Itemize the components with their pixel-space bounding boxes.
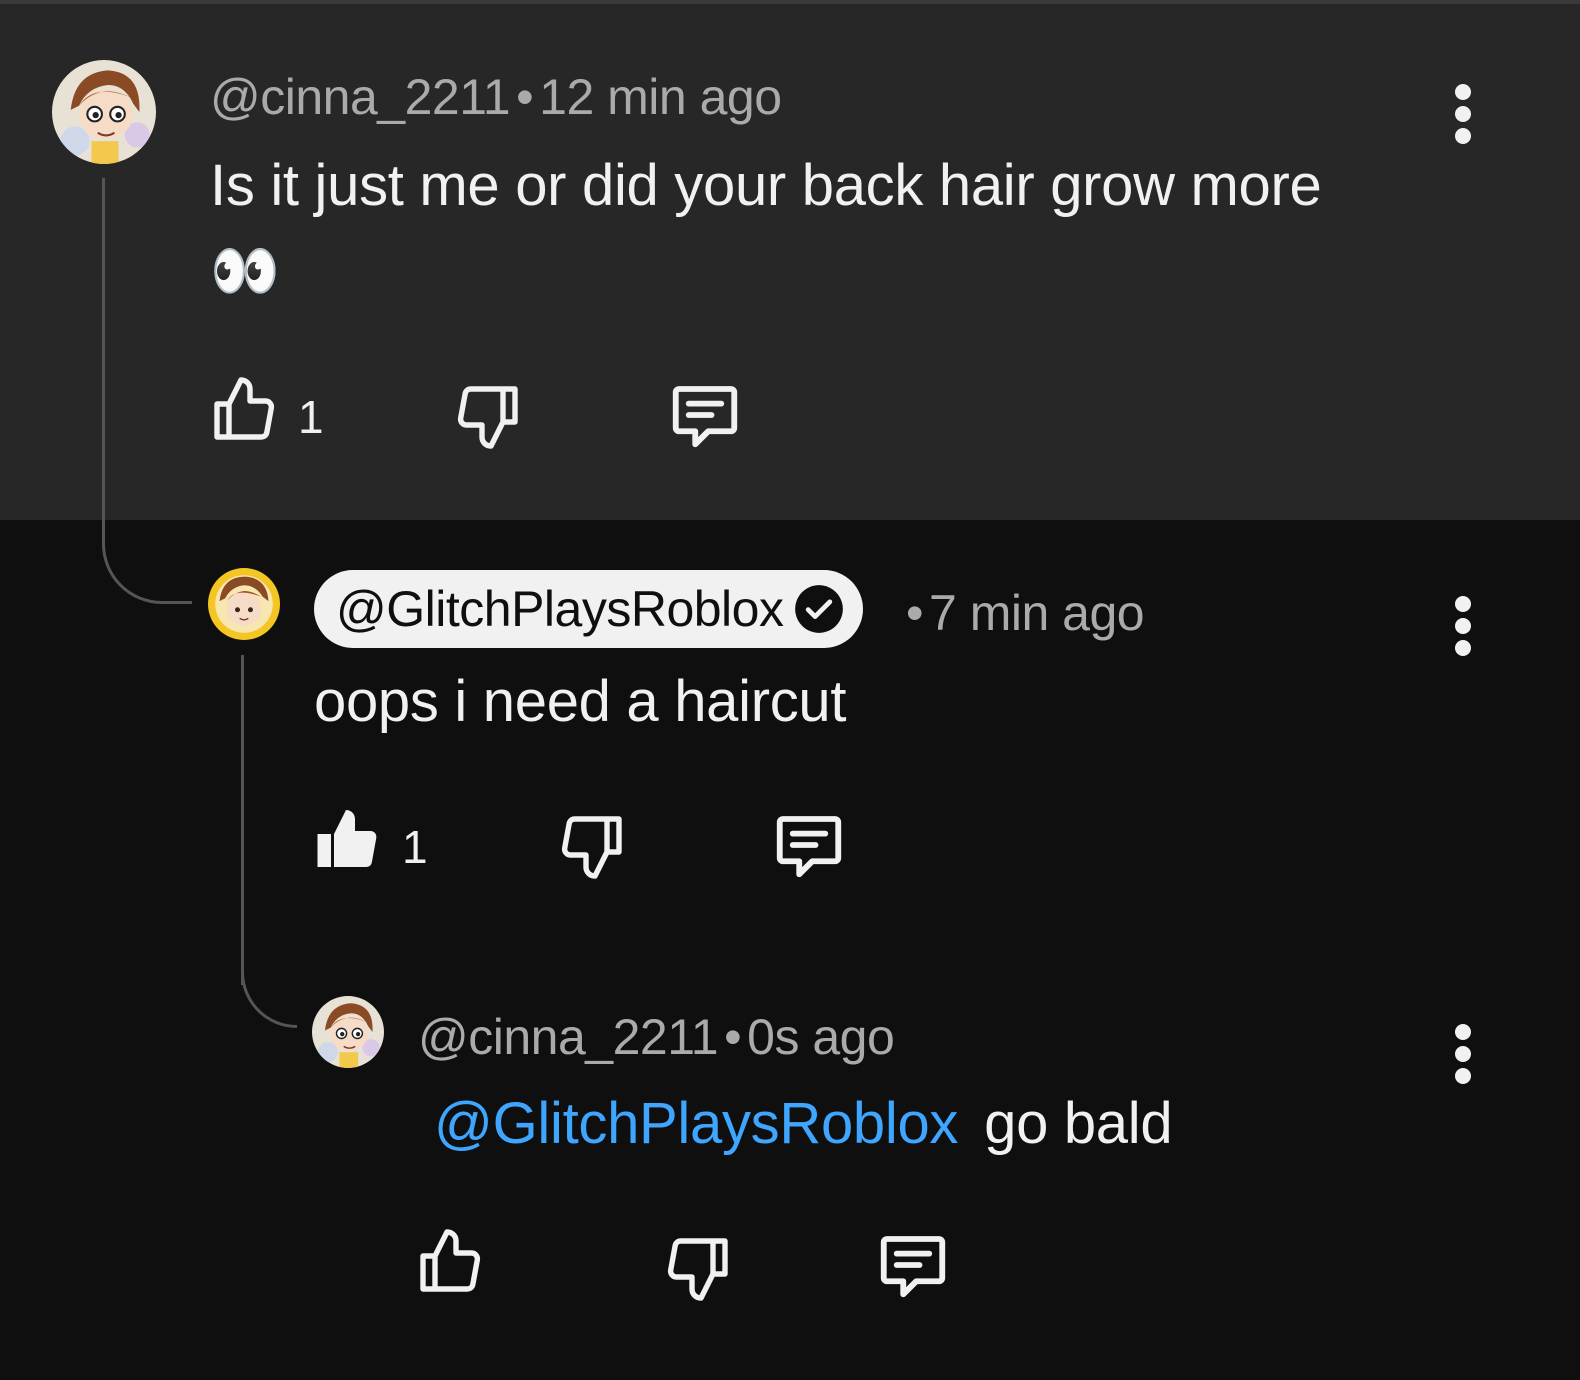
thread-connector bbox=[102, 520, 192, 604]
like-count: 1 bbox=[402, 821, 428, 873]
comment-time: 12 min ago bbox=[539, 69, 782, 125]
avatar[interactable] bbox=[52, 60, 156, 164]
comment-time: 0s ago bbox=[747, 1009, 895, 1065]
thumb-up-icon bbox=[420, 1229, 481, 1292]
more-vert-icon[interactable] bbox=[1455, 1024, 1471, 1084]
verified-check-icon bbox=[795, 585, 844, 633]
comment-text-content: oops i need a haircut bbox=[314, 669, 847, 734]
like-button[interactable] bbox=[414, 1226, 486, 1298]
comment-text: @GlitchPlaysRoblox go bald bbox=[434, 1090, 1173, 1157]
avatar[interactable] bbox=[208, 568, 280, 640]
comment-text-content: go bald bbox=[984, 1091, 1173, 1156]
comment-author[interactable]: @cinna_2211 bbox=[418, 1009, 719, 1065]
reply-button[interactable] bbox=[874, 1226, 952, 1304]
comment-time: 7 min ago bbox=[929, 585, 1145, 641]
comment-text: Is it just me or did your back hair grow… bbox=[210, 152, 1322, 219]
reply-button[interactable] bbox=[770, 806, 848, 884]
thumb-down-icon bbox=[667, 1238, 728, 1301]
meta-separator: • bbox=[516, 69, 534, 125]
like-button[interactable] bbox=[310, 804, 382, 876]
creator-name-badge[interactable]: @GlitchPlaysRoblox bbox=[314, 570, 864, 648]
dislike-button[interactable] bbox=[556, 810, 628, 882]
reply-comment-icon bbox=[880, 1236, 946, 1298]
more-vert-icon[interactable] bbox=[1455, 596, 1471, 656]
thread-line bbox=[241, 655, 244, 985]
like-count: 1 bbox=[298, 391, 324, 443]
thumb-down-icon bbox=[561, 816, 622, 879]
comment-emoji: 👀 bbox=[210, 238, 280, 304]
thread-line bbox=[102, 178, 105, 548]
reply-comment-icon bbox=[672, 386, 738, 448]
thread-connector bbox=[241, 960, 297, 1028]
thumb-up-icon bbox=[214, 377, 275, 440]
comment-text: oops i need a haircut bbox=[314, 668, 846, 735]
comment-meta: @cinna_2211 • 0s ago bbox=[418, 1008, 895, 1066]
comment-text-content: Is it just me or did your back hair grow… bbox=[210, 153, 1322, 218]
more-vert-icon[interactable] bbox=[1455, 84, 1471, 144]
reply-button[interactable] bbox=[666, 376, 744, 454]
comment-meta: • 7 min ago bbox=[900, 584, 1145, 642]
dislike-button[interactable] bbox=[452, 380, 524, 452]
mention-link[interactable]: @GlitchPlaysRoblox bbox=[434, 1091, 958, 1156]
meta-separator: • bbox=[724, 1009, 742, 1065]
avatar[interactable] bbox=[312, 996, 384, 1068]
eyes-emoji: 👀 bbox=[210, 239, 280, 302]
comment-meta: @cinna_2211 • 12 min ago bbox=[210, 68, 782, 126]
dislike-button[interactable] bbox=[662, 1232, 734, 1304]
thumb-down-icon bbox=[457, 386, 518, 449]
meta-separator: • bbox=[906, 585, 924, 641]
comment-author: @GlitchPlaysRoblox bbox=[336, 581, 784, 637]
like-button[interactable] bbox=[208, 374, 280, 446]
reply-comment-icon bbox=[776, 816, 842, 878]
comment-author[interactable]: @cinna_2211 bbox=[210, 69, 511, 125]
thumb-up-filled-icon bbox=[317, 810, 377, 867]
